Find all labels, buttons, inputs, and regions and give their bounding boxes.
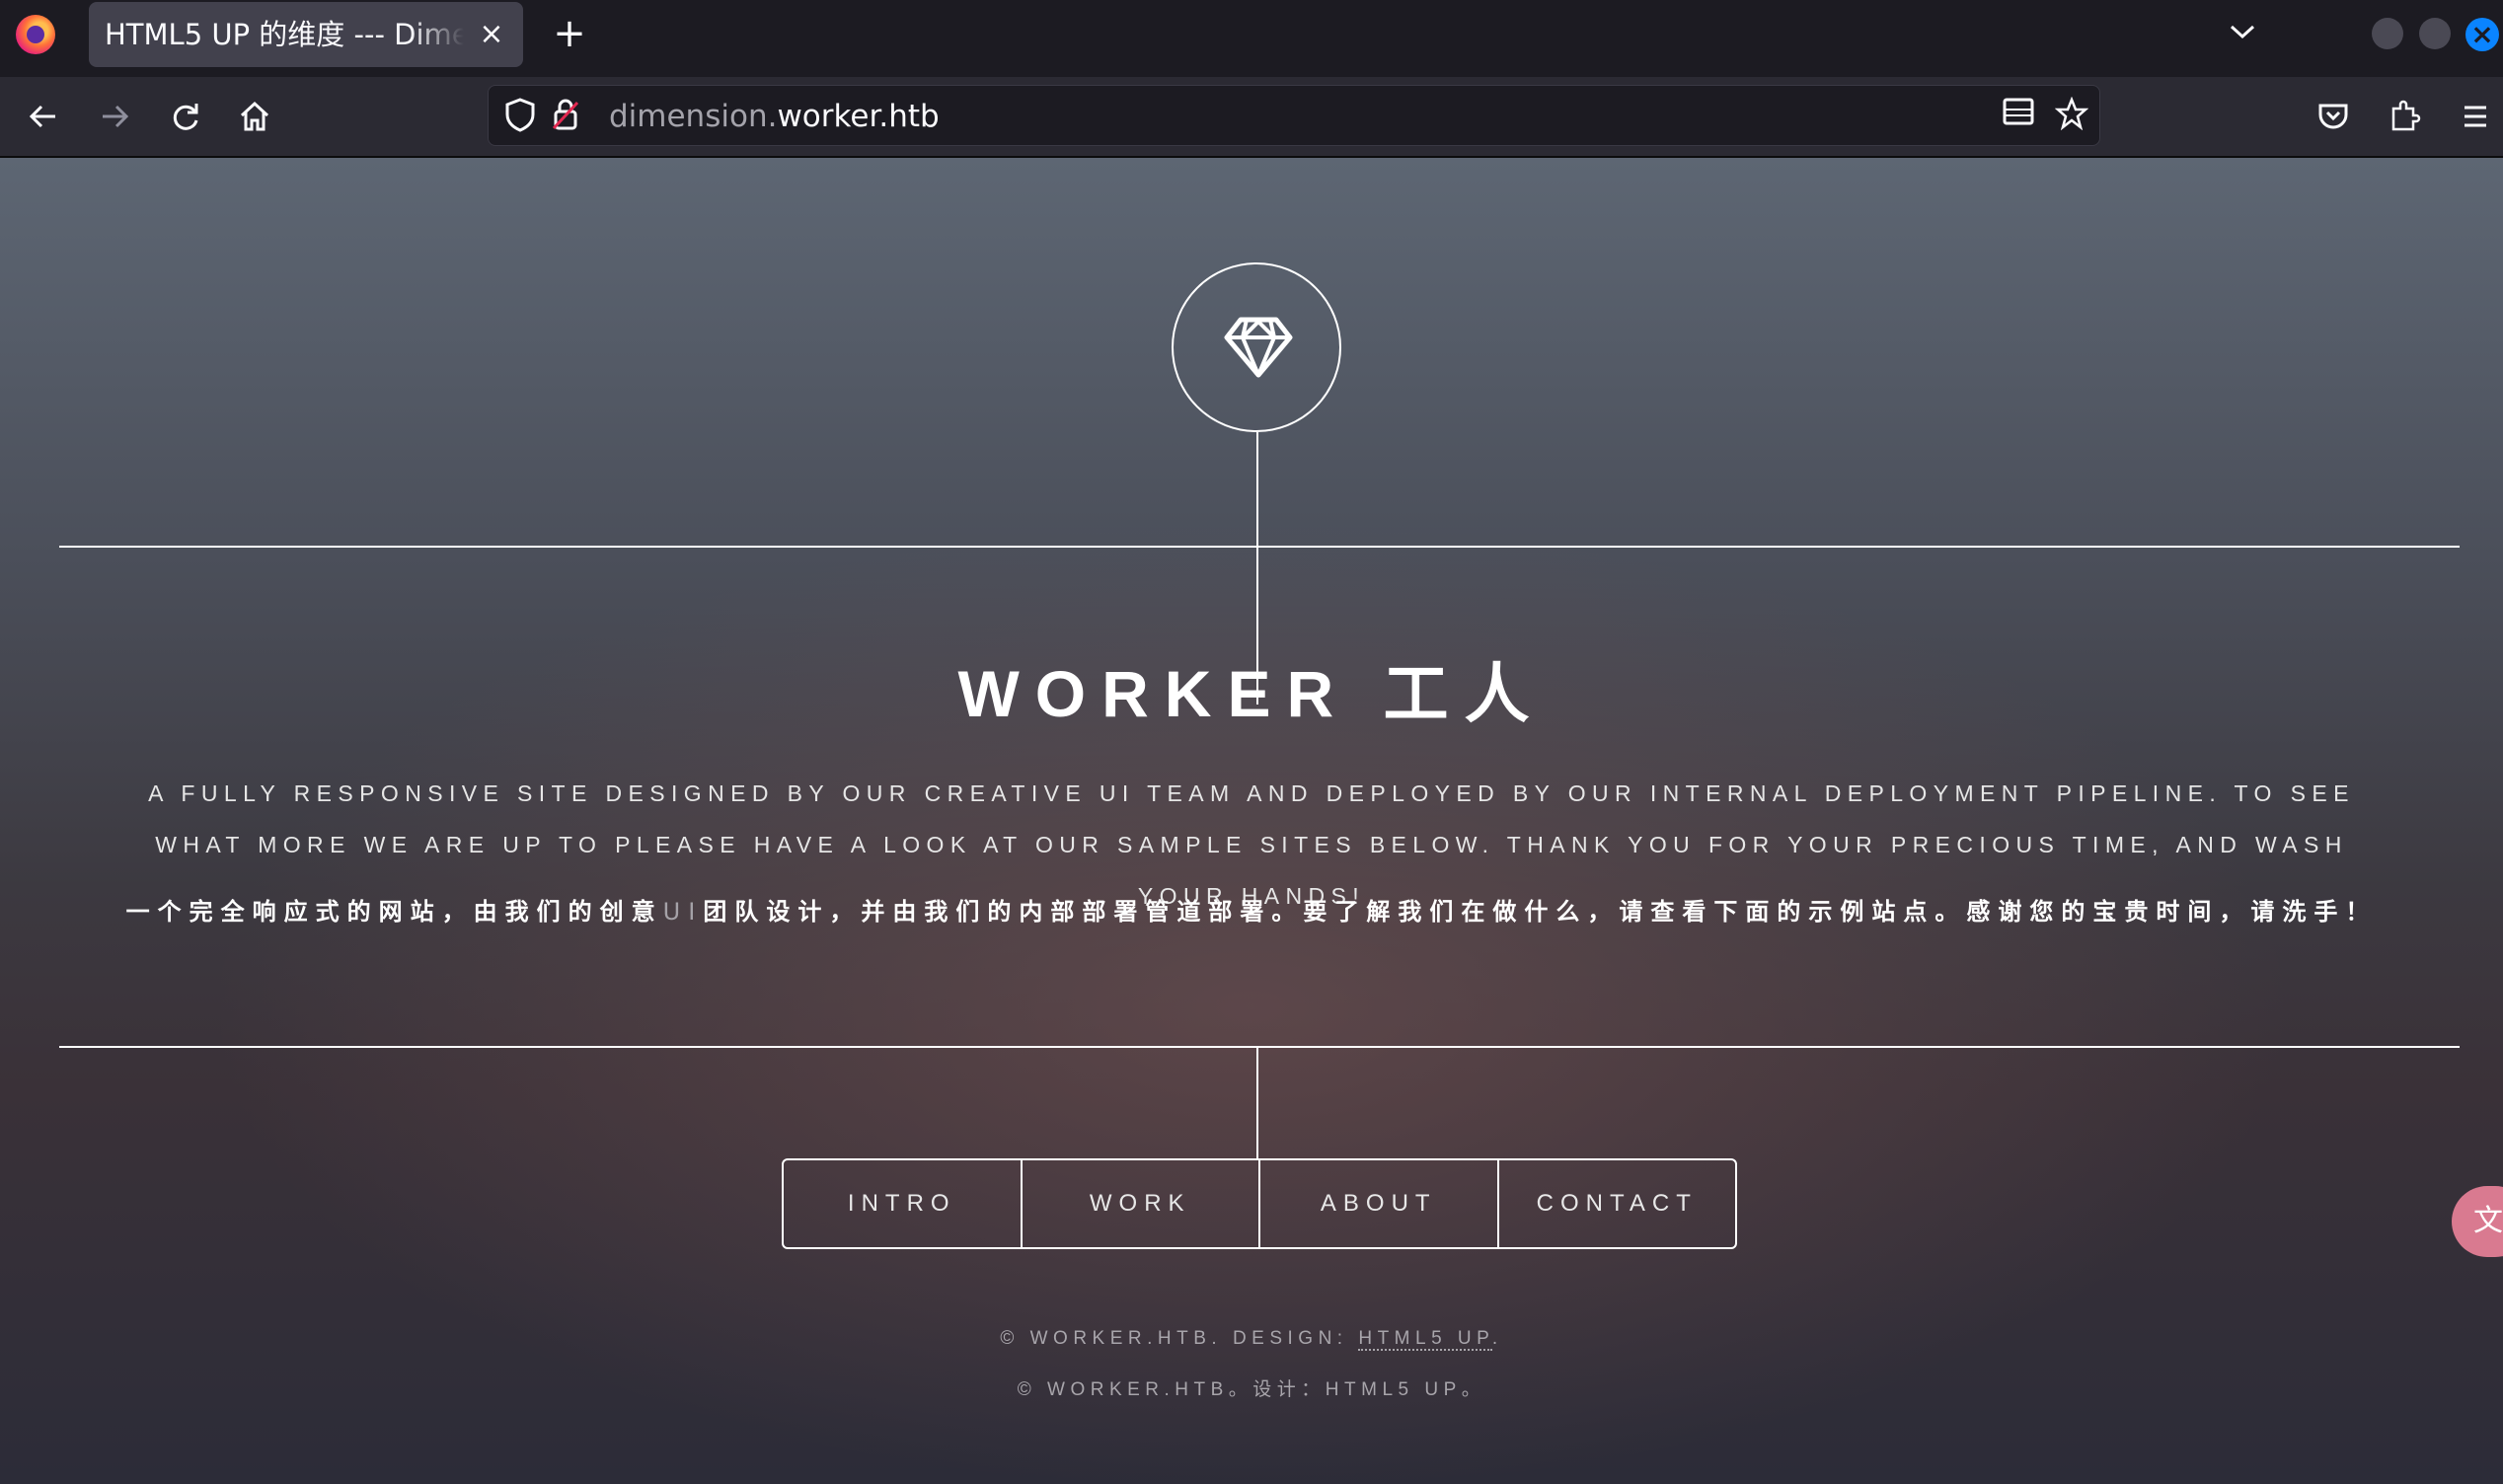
description-zh-part2: 团队设计，并由我们的内部部署管道部署。要了解我们在做什么，请查看下面的示例站点。… (703, 898, 2378, 926)
firefox-logo-icon[interactable] (16, 15, 55, 54)
reader-view-icon[interactable] (1999, 97, 2038, 136)
content-top-divider (59, 546, 2460, 548)
site-description-zh: 一个完全响应式的网站，由我们的创意UI团队设计，并由我们的内部部署管道部署。要了… (79, 892, 2424, 927)
reload-icon[interactable] (162, 93, 209, 140)
navigation-toolbar: dimension.worker.htb (0, 77, 2503, 158)
footer-html5up-link[interactable]: HTML5 UP (1358, 1328, 1492, 1351)
tracking-shield-icon[interactable] (500, 97, 540, 136)
nav-about-button[interactable]: ABOUT (1258, 1160, 1497, 1247)
tab-title: HTML5 UP 的维度 --- Dimension (105, 18, 464, 51)
diamond-gem-icon (1224, 317, 1293, 378)
site-title: WORKER 工人 (957, 657, 1546, 730)
page-content: WORKER 工人 A fully responsive site design… (0, 158, 2503, 1484)
new-tab-button[interactable]: + (548, 12, 591, 55)
close-window-button[interactable]: × (2465, 18, 2499, 51)
footer-copyright-en: © WORKER.HTB. DESIGN: HTML5 UP. (0, 1328, 2503, 1351)
translate-extension-icon[interactable]: 文 (2452, 1186, 2503, 1257)
insecure-lock-icon[interactable] (546, 97, 585, 136)
footer-en-prefix: © WORKER.HTB. DESIGN: (1000, 1328, 1359, 1349)
url-bar[interactable]: dimension.worker.htb (488, 85, 2100, 146)
footer-en-suffix: . (1491, 1328, 1503, 1349)
site-logo (1172, 262, 1341, 432)
bookmark-star-icon[interactable] (2052, 96, 2091, 136)
content-bottom-divider (59, 1046, 2460, 1048)
nav-contact-button[interactable]: CONTACT (1496, 1160, 1736, 1247)
nav-intro-button[interactable]: INTRO (784, 1160, 1021, 1247)
description-zh-ui: UI (662, 898, 704, 926)
maximize-window-button[interactable] (2419, 18, 2451, 49)
home-icon[interactable] (231, 93, 278, 140)
url-subdomain: dimension. (609, 99, 778, 134)
app-menu-hamburger-icon[interactable] (2452, 93, 2499, 140)
footer-copyright-zh: © WORKER.HTB。设计：HTML5 UP。 (1017, 1379, 1486, 1400)
description-zh-part1: 一个完全响应式的网站，由我们的创意 (125, 898, 663, 926)
nav-connector-line (1256, 1046, 1258, 1158)
main-nav: INTRO WORK ABOUT CONTACT (782, 1158, 1737, 1249)
back-arrow-icon[interactable] (20, 93, 67, 140)
nav-work-button[interactable]: WORK (1020, 1160, 1259, 1247)
tab-bar: HTML5 UP 的维度 --- Dimension × + × (0, 0, 2503, 77)
extensions-puzzle-icon[interactable] (2381, 93, 2428, 140)
active-tab[interactable]: HTML5 UP 的维度 --- Dimension × (89, 2, 523, 67)
pocket-icon[interactable] (2310, 93, 2357, 140)
url-domain: worker.htb (777, 99, 940, 134)
tab-list-chevron-icon[interactable] (2223, 14, 2262, 53)
tab-close-icon[interactable]: × (476, 2, 507, 67)
forward-arrow-icon[interactable] (91, 93, 138, 140)
url-text[interactable]: dimension.worker.htb (609, 86, 940, 147)
minimize-window-button[interactable] (2372, 18, 2403, 49)
